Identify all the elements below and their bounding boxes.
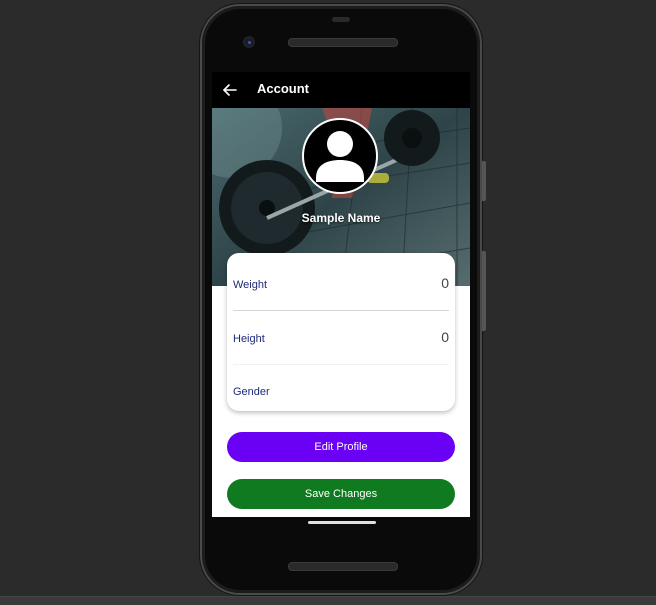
height-row[interactable]: Height 0	[233, 307, 449, 359]
emulator-stage: Account Sample Name Weight 0 Height 0 Ge…	[0, 0, 656, 605]
save-changes-button[interactable]: Save Changes	[227, 479, 455, 509]
volume-button	[482, 251, 486, 331]
height-label: Height	[233, 333, 265, 345]
person-icon	[316, 131, 364, 182]
profile-details-card: Weight 0 Height 0 Gender	[227, 253, 455, 411]
avatar[interactable]	[302, 118, 378, 194]
bottom-speaker	[288, 562, 398, 571]
weight-value: 0	[441, 275, 449, 291]
earpiece-speaker	[288, 38, 398, 47]
edit-profile-button[interactable]: Edit Profile	[227, 432, 455, 462]
gender-label: Gender	[233, 386, 270, 398]
front-camera-icon	[243, 36, 255, 48]
page-title: Account	[257, 81, 309, 96]
proximity-sensor	[332, 17, 350, 22]
app-screen: Account Sample Name Weight 0 Height 0 Ge…	[212, 72, 470, 517]
height-value: 0	[441, 329, 449, 345]
phone-frame: Account Sample Name Weight 0 Height 0 Ge…	[200, 4, 486, 595]
user-name: Sample Name	[301, 211, 381, 225]
power-button	[482, 161, 486, 201]
emulator-bottom-bar	[0, 596, 656, 605]
gender-row[interactable]: Gender	[233, 360, 449, 412]
home-indicator[interactable]	[308, 521, 376, 524]
weight-label: Weight	[233, 279, 268, 291]
weight-row[interactable]: Weight 0	[233, 253, 449, 305]
app-bar: Account	[212, 72, 470, 108]
arrow-left-icon[interactable]	[220, 80, 240, 100]
